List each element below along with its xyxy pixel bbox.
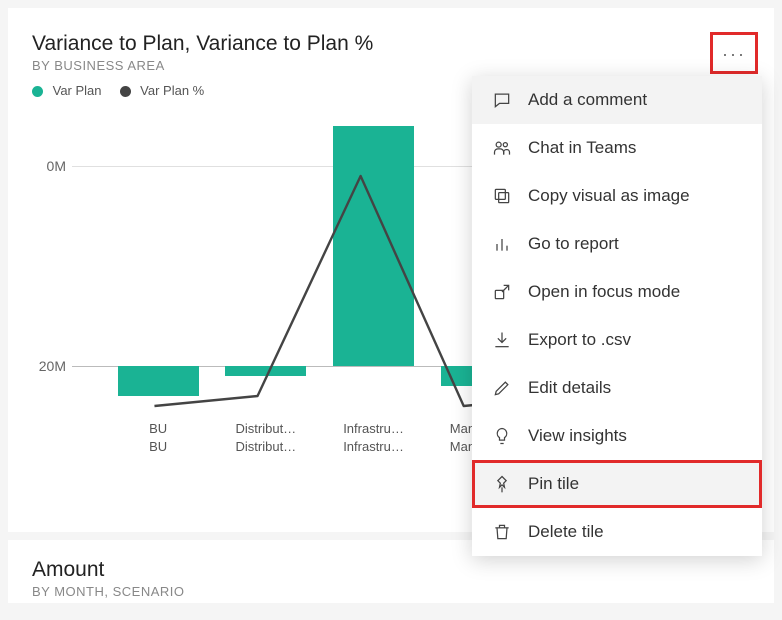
legend-label-var-plan: Var Plan bbox=[53, 83, 102, 98]
y-tick-label: 0M bbox=[28, 158, 66, 174]
annotation-highlight-pin bbox=[472, 460, 762, 508]
menu-item-teams[interactable]: Chat in Teams bbox=[472, 124, 762, 172]
x-tick-label: BUBU bbox=[118, 420, 198, 455]
menu-item-delete[interactable]: Delete tile bbox=[472, 508, 762, 556]
menu-item-label: Export to .csv bbox=[528, 330, 631, 350]
x-tick-label: Infrastru…Infrastru… bbox=[334, 420, 414, 455]
comment-icon bbox=[492, 90, 512, 110]
chart-subtitle: BY BUSINESS AREA bbox=[32, 58, 750, 73]
menu-item-label: Add a comment bbox=[528, 90, 647, 110]
menu-item-edit[interactable]: Edit details bbox=[472, 364, 762, 412]
delete-icon bbox=[492, 522, 512, 542]
copy-icon bbox=[492, 186, 512, 206]
x-tick-label: Distribut…Distribut… bbox=[226, 420, 306, 455]
edit-icon bbox=[492, 378, 512, 398]
legend-swatch-var-plan bbox=[32, 86, 43, 97]
menu-item-label: Open in focus mode bbox=[528, 282, 680, 302]
focus-icon bbox=[492, 282, 512, 302]
legend-item-var-plan-pct: Var Plan % bbox=[120, 83, 205, 98]
amount-title: Amount bbox=[32, 558, 750, 582]
insights-icon bbox=[492, 426, 512, 446]
y-tick-label: 20M bbox=[28, 358, 66, 374]
menu-item-pin[interactable]: Pin tile bbox=[472, 460, 762, 508]
menu-item-comment[interactable]: Add a comment bbox=[472, 76, 762, 124]
menu-item-label: Pin tile bbox=[528, 474, 579, 494]
menu-item-insights[interactable]: View insights bbox=[472, 412, 762, 460]
ellipsis-icon: ··· bbox=[722, 44, 746, 65]
menu-item-label: Copy visual as image bbox=[528, 186, 690, 206]
menu-item-focus[interactable]: Open in focus mode bbox=[472, 268, 762, 316]
menu-item-export[interactable]: Export to .csv bbox=[472, 316, 762, 364]
report-icon bbox=[492, 234, 512, 254]
legend-swatch-var-plan-pct bbox=[120, 86, 131, 97]
legend-label-var-plan-pct: Var Plan % bbox=[140, 83, 204, 98]
menu-item-label: Go to report bbox=[528, 234, 619, 254]
tile-context-menu: Add a comment Chat in Teams Copy visual as… bbox=[472, 76, 762, 556]
chart-title: Variance to Plan, Variance to Plan % bbox=[32, 32, 750, 56]
menu-item-copy[interactable]: Copy visual as image bbox=[472, 172, 762, 220]
teams-icon bbox=[492, 138, 512, 158]
menu-item-label: View insights bbox=[528, 426, 627, 446]
pin-icon bbox=[492, 474, 512, 494]
menu-item-label: Edit details bbox=[528, 378, 611, 398]
menu-item-label: Chat in Teams bbox=[528, 138, 636, 158]
export-icon bbox=[492, 330, 512, 350]
menu-item-report[interactable]: Go to report bbox=[472, 220, 762, 268]
menu-item-label: Delete tile bbox=[528, 522, 604, 542]
amount-subtitle: BY MONTH, SCENARIO bbox=[32, 584, 750, 599]
legend-item-var-plan: Var Plan bbox=[32, 83, 102, 98]
more-options-button[interactable]: ··· bbox=[716, 36, 752, 72]
